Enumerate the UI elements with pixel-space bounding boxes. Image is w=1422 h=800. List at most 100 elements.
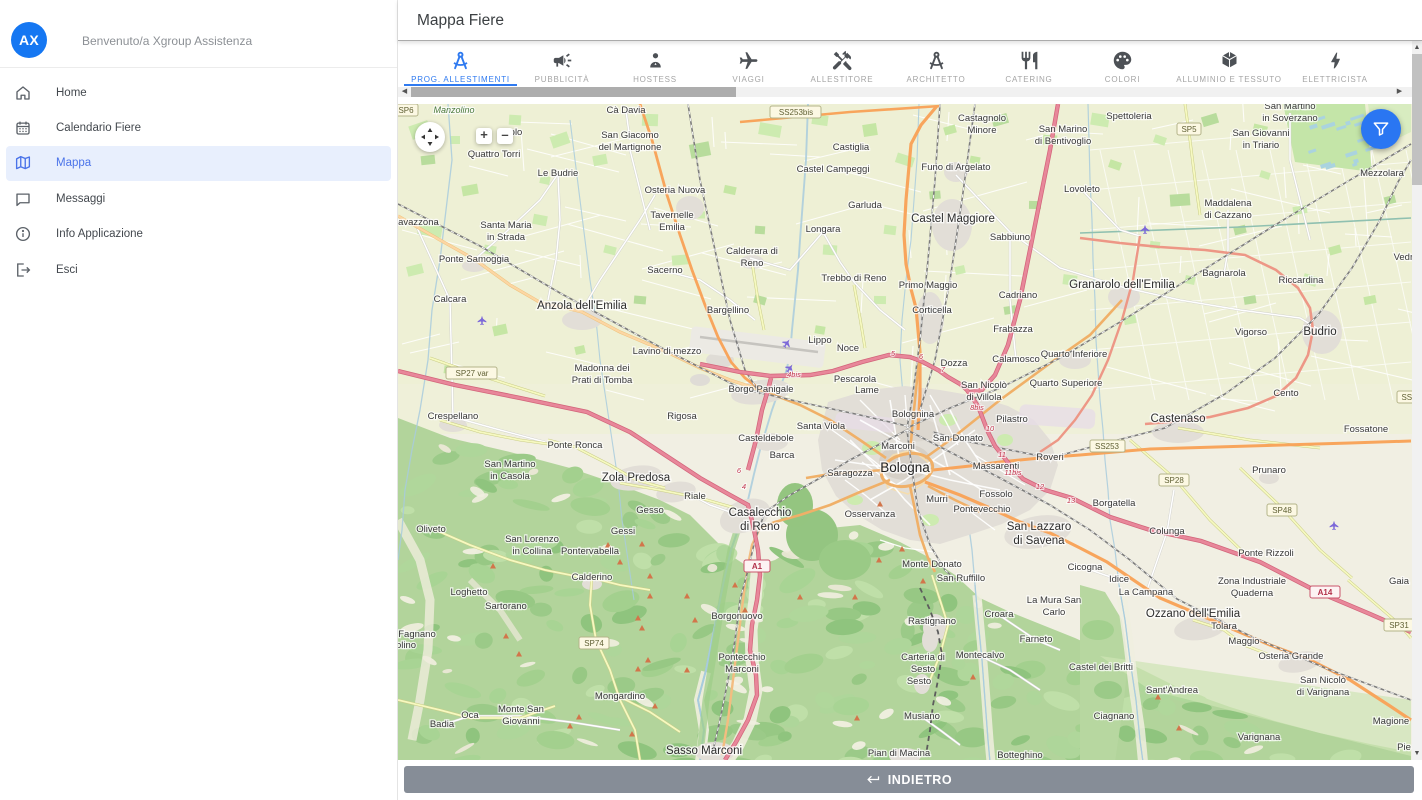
svg-text:San Martino: San Martino: [484, 459, 535, 470]
svg-text:Santa Maria: Santa Maria: [480, 220, 532, 231]
svg-text:Zola Predosa: Zola Predosa: [602, 472, 671, 484]
svg-text:Monte San: Monte San: [498, 704, 544, 715]
svg-text:Sabbiuno: Sabbiuno: [990, 232, 1030, 243]
svg-text:in Triario: in Triario: [1243, 140, 1279, 151]
svg-text:Loghetto: Loghetto: [451, 587, 488, 598]
svg-text:Magione: Magione: [1373, 716, 1409, 727]
svg-text:Idice: Idice: [1109, 574, 1129, 585]
svg-text:Monte Donato: Monte Donato: [902, 559, 962, 570]
svg-text:del Martignone: del Martignone: [599, 142, 662, 153]
svg-text:Prunaro: Prunaro: [1252, 465, 1286, 476]
svg-text:Borgo Panigale: Borgo Panigale: [729, 384, 794, 395]
svg-text:13: 13: [1067, 496, 1076, 505]
svg-text:Cento: Cento: [1273, 388, 1298, 399]
svg-text:Giovanni: Giovanni: [502, 716, 540, 727]
svg-text:Corticella: Corticella: [912, 305, 952, 316]
svg-text:Botteghino: Botteghino: [997, 750, 1042, 760]
svg-text:di Bentivoglio: di Bentivoglio: [1035, 136, 1092, 147]
svg-text:Saragozza: Saragozza: [827, 468, 873, 479]
svg-text:Ponte Rizzoli: Ponte Rizzoli: [1238, 548, 1293, 559]
svg-text:Fagnano: Fagnano: [398, 629, 436, 640]
svg-text:Bologna: Bologna: [880, 460, 930, 475]
svg-text:olino: olino: [398, 640, 416, 651]
svg-text:SP48: SP48: [1272, 506, 1292, 515]
svg-text:Rigosa: Rigosa: [667, 411, 697, 422]
svg-text:Quattro Torri: Quattro Torri: [468, 149, 521, 160]
svg-text:Cicogna: Cicogna: [1068, 562, 1104, 573]
svg-text:Pie: Pie: [1397, 742, 1411, 753]
svg-text:Castenaso: Castenaso: [1151, 413, 1206, 425]
svg-text:Garluda: Garluda: [848, 200, 883, 211]
svg-text:Pian di Macina: Pian di Macina: [868, 748, 931, 759]
svg-text:Castiglia: Castiglia: [833, 142, 870, 153]
svg-text:Bagnarola: Bagnarola: [1202, 268, 1246, 279]
svg-text:La Mura San: La Mura San: [1027, 595, 1081, 606]
svg-text:Calderara di: Calderara di: [726, 246, 778, 257]
svg-text:Castagnolo: Castagnolo: [958, 113, 1006, 124]
svg-text:di Cazzano: di Cazzano: [1204, 210, 1252, 221]
svg-text:Lame: Lame: [855, 385, 879, 396]
svg-text:Tavernelle: Tavernelle: [650, 210, 693, 221]
svg-text:SP74: SP74: [584, 639, 604, 648]
svg-text:Ponte Samoggia: Ponte Samoggia: [439, 254, 510, 265]
svg-text:Spettoleria: Spettoleria: [1106, 111, 1152, 122]
svg-text:11bis: 11bis: [1004, 468, 1022, 477]
svg-text:in Casola: in Casola: [490, 471, 530, 482]
svg-text:SP31: SP31: [1389, 621, 1409, 630]
svg-text:Gesso: Gesso: [636, 505, 663, 516]
svg-text:San Lazzaro: San Lazzaro: [1007, 521, 1072, 533]
svg-text:Granarolo dell'Emilia: Granarolo dell'Emilia: [1069, 279, 1175, 291]
svg-text:Lippo: Lippo: [808, 335, 831, 346]
svg-text:SS2: SS2: [1401, 393, 1412, 402]
svg-text:4bis: 4bis: [787, 370, 801, 379]
svg-text:Lavino di mezzo: Lavino di mezzo: [633, 346, 702, 357]
svg-text:4: 4: [742, 482, 746, 491]
svg-text:di Savena: di Savena: [1013, 535, 1065, 547]
svg-text:Varignana: Varignana: [1238, 732, 1281, 743]
svg-text:Prati di Tomba: Prati di Tomba: [572, 375, 633, 386]
svg-text:Sant'Andrea: Sant'Andrea: [1146, 685, 1199, 696]
svg-text:Calderino: Calderino: [572, 572, 613, 583]
svg-text:in Strada: in Strada: [487, 232, 526, 243]
svg-text:Trebbo di Reno: Trebbo di Reno: [821, 273, 886, 284]
svg-text:Primo Maggio: Primo Maggio: [899, 280, 958, 291]
svg-text:Maddalena: Maddalena: [1204, 198, 1252, 209]
svg-text:SP28: SP28: [1164, 476, 1184, 485]
svg-text:Osservanza: Osservanza: [845, 509, 896, 520]
svg-text:SS253bis: SS253bis: [779, 108, 813, 117]
svg-text:Cà Davia: Cà Davia: [606, 105, 646, 116]
svg-text:Oca: Oca: [461, 710, 479, 721]
svg-text:Sesto: Sesto: [907, 676, 931, 687]
svg-text:San Ruffillo: San Ruffillo: [937, 573, 985, 584]
svg-text:Rastignano: Rastignano: [908, 616, 956, 627]
svg-text:Pescarola: Pescarola: [834, 374, 877, 385]
svg-text:11: 11: [998, 450, 1006, 459]
svg-text:Fossolo: Fossolo: [979, 489, 1012, 500]
svg-text:La Campana: La Campana: [1119, 587, 1174, 598]
svg-text:10: 10: [986, 424, 995, 433]
svg-text:Riccardina: Riccardina: [1279, 275, 1325, 286]
svg-text:Bolognina: Bolognina: [892, 409, 935, 420]
svg-text:Casteldebole: Casteldebole: [738, 433, 793, 444]
svg-text:San Martino: San Martino: [1264, 104, 1315, 112]
svg-text:Budrio: Budrio: [1303, 326, 1336, 338]
svg-text:Pontervabella: Pontervabella: [561, 546, 620, 557]
svg-text:Ponte Ronca: Ponte Ronca: [548, 440, 604, 451]
svg-text:Tolara: Tolara: [1211, 621, 1238, 632]
svg-text:Madonna dei: Madonna dei: [575, 363, 630, 374]
svg-text:Le Budrie: Le Budrie: [538, 168, 579, 179]
svg-text:Pontecchio: Pontecchio: [718, 652, 765, 663]
svg-text:di Reno: di Reno: [740, 521, 780, 533]
svg-text:Sartorano: Sartorano: [485, 601, 527, 612]
svg-text:A1: A1: [752, 562, 763, 571]
svg-text:Fossatone: Fossatone: [1344, 424, 1388, 435]
svg-text:Crespellano: Crespellano: [428, 411, 479, 422]
svg-text:Croara: Croara: [984, 609, 1014, 620]
svg-text:Marconi: Marconi: [881, 441, 915, 452]
svg-text:Roveri: Roveri: [1036, 452, 1063, 463]
svg-text:Ciagnano: Ciagnano: [1094, 711, 1135, 722]
svg-text:Colunga: Colunga: [1149, 526, 1185, 537]
svg-text:San Giacomo: San Giacomo: [601, 130, 659, 141]
svg-text:Cadriano: Cadriano: [999, 290, 1038, 301]
svg-text:Marconi: Marconi: [725, 664, 759, 675]
